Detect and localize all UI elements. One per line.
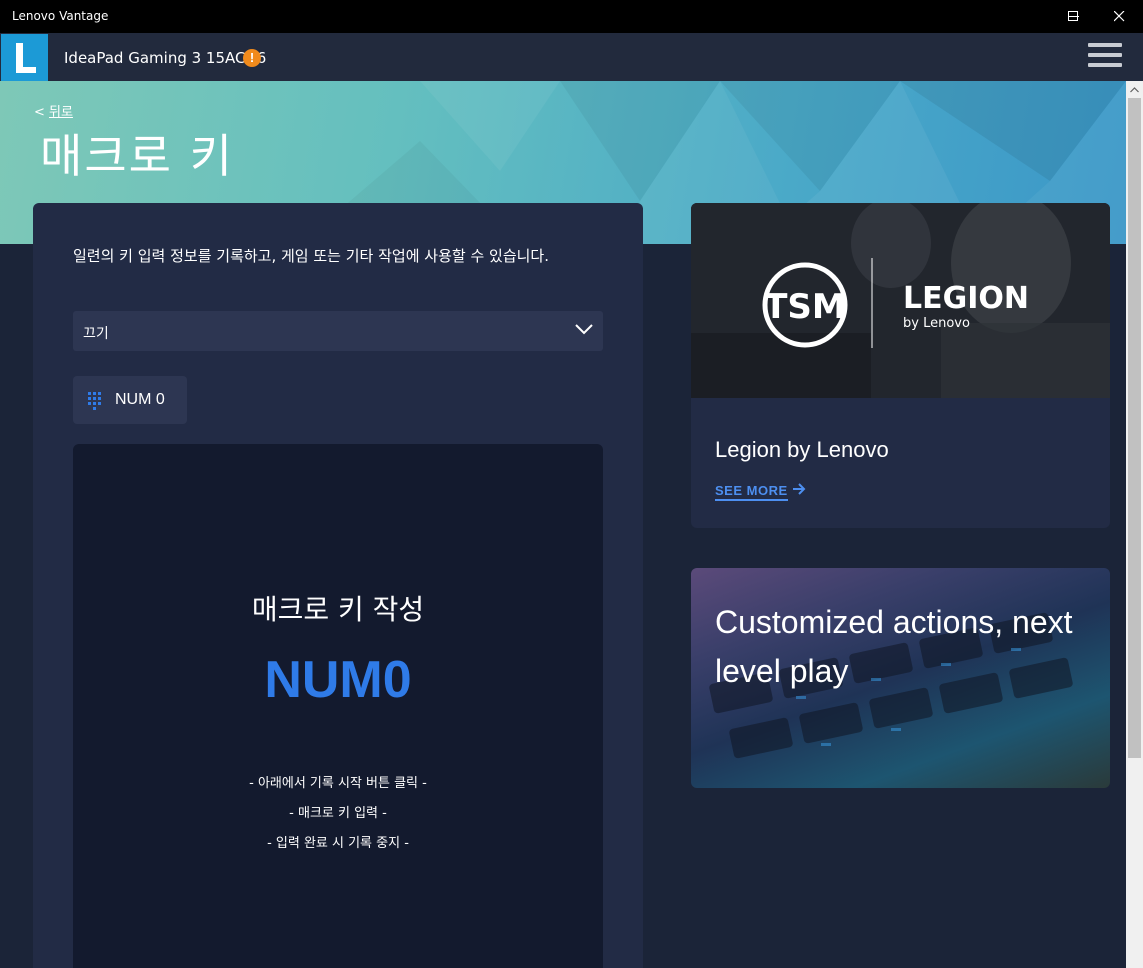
app-header: IdeaPad Gaming 3 15ACH6 ! (0, 33, 1143, 81)
legion-card[interactable]: TSM LEGION by Lenovo Legion by Lenovo SE… (691, 203, 1110, 528)
instruction-line: - 아래에서 기록 시작 버튼 클릭 - (249, 776, 427, 791)
legion-card-caption: Legion by Lenovo (715, 437, 889, 462)
legion-photo: TSM LEGION by Lenovo (691, 203, 1110, 398)
promo-card[interactable]: Customized actions, next level play (691, 568, 1110, 788)
scrollbar-thumb[interactable] (1128, 98, 1141, 758)
logo-letter-icon (15, 42, 36, 73)
warning-icon[interactable]: ! (243, 49, 261, 67)
legion-image: TSM LEGION by Lenovo (691, 203, 1110, 398)
dropdown-value: 끄기 (83, 326, 109, 342)
legion-logo-subtext: by Lenovo (903, 316, 970, 331)
close-button[interactable] (1096, 0, 1142, 33)
macro-panel-key: NUM0 (264, 651, 412, 709)
window-title-bar: Lenovo Vantage (0, 0, 1143, 33)
macro-panel-title: 매크로 키 작성 (251, 593, 425, 626)
scroll-up-button[interactable] (1126, 81, 1143, 98)
selected-key-button[interactable]: NUM 0 (73, 376, 187, 424)
tsm-logo-text: TSM (764, 287, 846, 327)
lenovo-vantage-logo[interactable] (1, 34, 48, 81)
back-prefix: < (34, 105, 50, 120)
legion-logo-text: LEGION (903, 281, 1029, 316)
instruction-line: - 입력 완료 시 기록 중지 - (267, 836, 409, 851)
chevron-up-icon (1130, 86, 1139, 92)
selected-key-label: NUM 0 (115, 391, 165, 408)
page-title: 매크로 키 (40, 129, 234, 183)
device-name[interactable]: IdeaPad Gaming 3 15ACH6 (64, 49, 266, 67)
arrow-right-icon[interactable] (792, 482, 806, 496)
window-title: Lenovo Vantage (12, 9, 109, 23)
maximize-button[interactable] (1050, 0, 1096, 33)
see-more-link[interactable]: SEE MORE (715, 483, 788, 501)
macro-description: 일련의 키 입력 정보를 기록하고, 게임 또는 기타 작업에 사용할 수 있습… (73, 247, 549, 265)
keypad-icon (88, 392, 101, 410)
back-link[interactable]: < 뒤로 (34, 101, 73, 120)
promo-card-text: Customized actions, next level play (715, 604, 1073, 689)
maximize-icon (1067, 11, 1078, 21)
hamburger-menu-icon[interactable] (1088, 43, 1122, 73)
back-label: 뒤로 (49, 105, 73, 120)
instruction-line: - 매크로 키 입력 - (289, 806, 387, 821)
close-icon (1113, 11, 1124, 22)
chevron-down-icon (575, 324, 593, 335)
macro-mode-dropdown[interactable]: 끄기 (73, 311, 603, 351)
